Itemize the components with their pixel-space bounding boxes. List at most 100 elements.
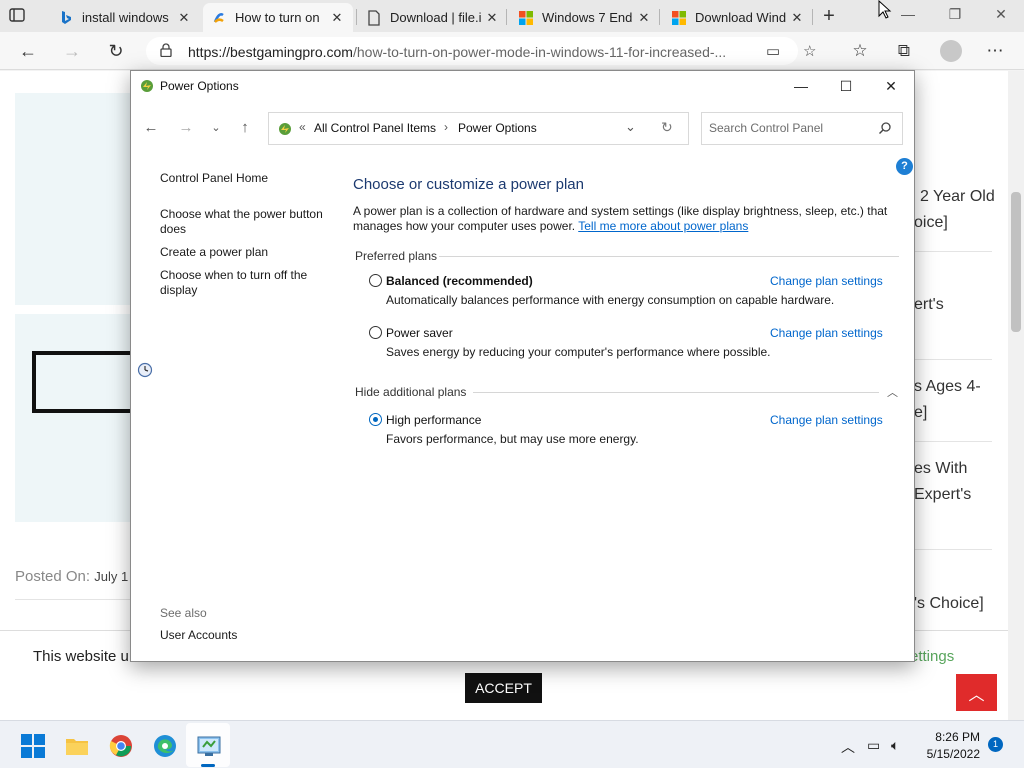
help-icon[interactable]: ? [896,158,913,175]
close-tab-icon[interactable]: ✕ [636,10,652,26]
add-favorite-icon[interactable]: ☆ [803,42,816,60]
tab-title: How to turn on [235,10,320,25]
tab-separator [356,9,357,25]
plan-name[interactable]: High performance [386,413,481,427]
more-menu-icon[interactable]: ⋯ [984,41,1006,61]
restore-icon[interactable]: ❐ [943,6,967,23]
overflow-chevron-icon[interactable]: « [299,120,306,134]
back-icon[interactable]: ← [16,40,40,62]
tab-download-file[interactable]: Download | file.i ✕ [358,3,508,32]
sidebar-post-title[interactable]: s Ages 4- [914,378,981,396]
tab-separator [506,9,507,25]
plan-balanced[interactable]: Balanced (recommended) Automatically bal… [369,274,899,314]
url-path: /how-to-turn-on-power-mode-in-windows-11… [352,44,727,60]
window-maximize-icon[interactable]: ☐ [831,75,861,97]
reader-view-icon[interactable]: ▭ [766,42,780,60]
sidebar-post-title[interactable]: ert's [914,296,944,314]
change-plan-settings-link[interactable]: Change plan settings [770,413,883,427]
favorites-icon[interactable]: ☆ [849,41,871,61]
change-plan-settings-link[interactable]: Change plan settings [770,326,883,340]
sidebar-post-title[interactable]: e] [914,404,927,422]
plan-radio-high-performance[interactable] [369,413,382,426]
network-icon[interactable]: ▭ [867,737,880,754]
minimize-icon[interactable]: — [896,6,920,22]
learn-more-link[interactable]: Tell me more about power plans [578,219,748,233]
plan-name[interactable]: Balanced (recommended) [386,274,533,288]
posted-on-label: Posted On: July 1 [15,568,129,585]
sidebar-post-title[interactable]: 's Choice] [914,595,984,613]
window-titlebar[interactable]: Power Options — ☐ ✕ [131,71,914,102]
lock-icon[interactable] [160,43,172,58]
search-box[interactable] [701,112,903,145]
page-icon [366,9,382,26]
close-icon[interactable]: ✕ [989,6,1013,23]
display-off-link[interactable]: Choose when to turn off the display [160,268,325,298]
additional-plans-header[interactable]: Hide additional plans [355,385,466,399]
breadcrumb[interactable]: « All Control Panel Items › Power Option… [268,112,689,145]
notification-badge[interactable]: 1 [988,737,1003,752]
sidebar-post-title[interactable]: Expert's [914,486,971,504]
forward-icon[interactable]: → [60,40,84,62]
control-panel-home-link[interactable]: Control Panel Home [160,171,330,186]
address-bar[interactable]: https://bestgamingpro.com/how-to-turn-on… [146,37,816,65]
chevron-right-icon[interactable]: › [444,120,448,134]
new-tab-icon[interactable]: + [818,5,840,28]
scrollbar-thumb[interactable] [1011,192,1021,332]
cookie-settings-link[interactable]: ettings [910,648,954,665]
file-explorer-icon[interactable] [64,733,90,759]
show-hidden-icons[interactable]: ︿ [841,737,855,757]
plan-radio-power-saver[interactable] [369,326,382,339]
refresh-icon[interactable]: ↻ [661,119,673,136]
forward-icon[interactable]: → [176,119,196,136]
reload-icon[interactable]: ↻ [104,40,128,62]
tab-actions-icon[interactable] [8,6,40,26]
edge-icon[interactable] [152,733,178,759]
sidebar-post-title[interactable]: 2 Year Old [920,188,995,206]
plan-high-performance[interactable]: High performance Favors performance, but… [369,413,899,453]
scroll-to-top-button[interactable]: ︿ [956,674,997,711]
chevron-down-icon[interactable]: ⌄ [625,119,636,135]
plan-name[interactable]: Power saver [386,326,453,340]
close-tab-icon[interactable]: ✕ [484,10,500,26]
breadcrumb-item-control-panel[interactable]: All Control Panel Items [314,121,436,135]
back-icon[interactable]: ← [141,119,161,136]
profile-avatar[interactable] [940,40,962,62]
tab-windows-7-end[interactable]: Windows 7 End ✕ [510,3,660,32]
power-options-icon [139,78,155,94]
search-icon[interactable] [878,121,892,135]
accept-button[interactable]: ACCEPT [465,673,542,703]
clock-icon [137,362,153,378]
window-minimize-icon[interactable]: — [786,75,816,97]
user-accounts-link[interactable]: User Accounts [160,628,330,643]
chrome-icon[interactable] [108,733,134,759]
close-tab-icon[interactable]: ✕ [789,10,805,26]
system-clock[interactable]: 8:26 PM 5/15/2022 [916,729,980,763]
window-close-icon[interactable]: ✕ [876,75,906,97]
change-plan-settings-link[interactable]: Change plan settings [770,274,883,288]
recent-locations-icon[interactable]: ⌄ [206,121,226,134]
tab-how-to-turn-on[interactable]: How to turn on ✕ [203,3,353,32]
page-scrollbar[interactable] [1008,71,1024,720]
divider [15,599,130,600]
microsoft-icon [671,10,687,26]
power-button-link[interactable]: Choose what the power button does [160,207,330,237]
control-panel-taskbar-icon[interactable] [196,733,222,759]
url-text[interactable]: https://bestgamingpro.com/how-to-turn-on… [188,44,748,60]
volume-icon[interactable]: 🔈︎ [891,737,899,754]
up-icon[interactable]: ↑ [235,119,255,136]
tab-install-windows[interactable]: install windows ✕ [50,3,200,32]
start-icon[interactable] [20,733,46,759]
sidebar-post-title[interactable]: es With [914,460,967,478]
chevron-up-icon[interactable]: ︿ [887,384,898,400]
tab-download-windows[interactable]: Download Wind ✕ [663,3,813,32]
sidebar-post-title[interactable]: oice] [914,214,948,232]
collections-icon[interactable]: ⧉ [893,41,915,61]
mouse-cursor-icon [878,0,892,19]
search-input[interactable] [709,121,869,135]
create-power-plan-link[interactable]: Create a power plan [160,245,330,260]
plan-radio-balanced[interactable] [369,274,382,287]
close-tab-icon[interactable]: ✕ [176,10,192,26]
close-tab-icon[interactable]: ✕ [329,10,345,26]
plan-power-saver[interactable]: Power saver Saves energy by reducing you… [369,326,899,366]
breadcrumb-item-power-options[interactable]: Power Options [458,121,537,135]
